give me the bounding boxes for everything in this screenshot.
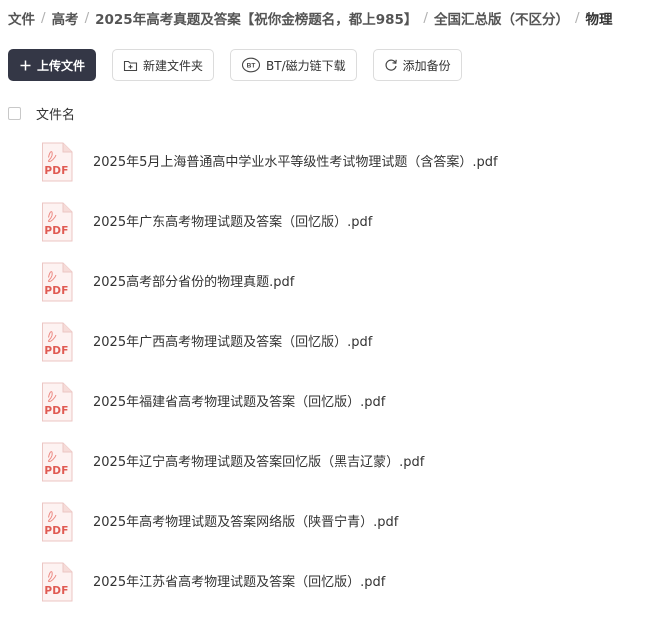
file-name[interactable]: 2025年广西高考物理试题及答案（回忆版）.pdf: [93, 333, 372, 353]
file-list: PDF 2025年5月上海普通高中学业水平等级性考试物理试题（含答案）.pdf …: [40, 142, 498, 622]
file-table-header: 文件名: [8, 104, 75, 123]
svg-text:BT: BT: [247, 63, 256, 70]
new-folder-label: 新建文件夹: [143, 58, 204, 73]
breadcrumb-item-national[interactable]: 全国汇总版（不区分）: [434, 8, 569, 28]
file-name[interactable]: 2025高考部分省份的物理真题.pdf: [93, 273, 294, 293]
upload-button-label: 上传文件: [36, 58, 85, 73]
file-row[interactable]: PDF 2025年高考物理试题及答案网络版（陕晋宁青）.pdf: [40, 502, 498, 562]
file-row[interactable]: PDF 2025年江苏省高考物理试题及答案（回忆版）.pdf: [40, 562, 498, 622]
file-row[interactable]: PDF 2025年5月上海普通高中学业水平等级性考试物理试题（含答案）.pdf: [40, 142, 498, 202]
pdf-label: PDF: [44, 525, 69, 537]
pdf-file-icon: PDF: [40, 442, 73, 482]
file-name[interactable]: 2025年5月上海普通高中学业水平等级性考试物理试题（含答案）.pdf: [93, 153, 498, 173]
file-name[interactable]: 2025年福建省高考物理试题及答案（回忆版）.pdf: [93, 393, 385, 413]
pdf-file-icon: PDF: [40, 262, 73, 302]
breadcrumb-item-gaokao[interactable]: 高考: [52, 8, 79, 28]
plus-icon: [20, 60, 31, 70]
pdf-label: PDF: [44, 465, 69, 477]
pdf-file-icon: PDF: [40, 502, 73, 542]
breadcrumb-item-2025-exams[interactable]: 2025年高考真题及答案【祝你金榜题名，都上985】: [95, 8, 417, 28]
toolbar: 上传文件 新建文件夹 BT BT/磁力链下载 添加备份: [8, 49, 478, 81]
folder-add-icon: [123, 60, 138, 71]
bt-icon: BT: [241, 57, 261, 73]
breadcrumb: 文件 / 高考 / 2025年高考真题及答案【祝你金榜题名，都上985】 / 全…: [8, 8, 613, 28]
pdf-label: PDF: [44, 405, 69, 417]
pdf-file-icon: PDF: [40, 142, 73, 182]
refresh-icon: [385, 59, 397, 71]
file-row[interactable]: PDF 2025年广东高考物理试题及答案（回忆版）.pdf: [40, 202, 498, 262]
bt-download-label: BT/磁力链下载: [266, 58, 346, 73]
file-row[interactable]: PDF 2025年福建省高考物理试题及答案（回忆版）.pdf: [40, 382, 498, 442]
pdf-label: PDF: [44, 165, 69, 177]
pdf-label: PDF: [44, 585, 69, 597]
pdf-label: PDF: [44, 225, 69, 237]
column-header-filename[interactable]: 文件名: [36, 104, 75, 123]
breadcrumb-item-current: 物理: [585, 12, 613, 28]
file-name[interactable]: 2025年高考物理试题及答案网络版（陕晋宁青）.pdf: [93, 513, 398, 533]
file-name[interactable]: 2025年辽宁高考物理试题及答案回忆版（黑吉辽蒙）.pdf: [93, 453, 424, 473]
pdf-label: PDF: [44, 285, 69, 297]
upload-button[interactable]: 上传文件: [8, 49, 96, 81]
pdf-file-icon: PDF: [40, 202, 73, 242]
add-backup-button[interactable]: 添加备份: [372, 49, 462, 81]
file-name[interactable]: 2025年江苏省高考物理试题及答案（回忆版）.pdf: [93, 573, 385, 593]
breadcrumb-item-files[interactable]: 文件: [8, 8, 35, 28]
breadcrumb-separator: /: [84, 10, 90, 26]
pdf-file-icon: PDF: [40, 322, 73, 362]
select-all-checkbox[interactable]: [8, 107, 21, 120]
add-backup-label: 添加备份: [402, 58, 451, 73]
breadcrumb-separator: /: [574, 10, 580, 26]
breadcrumb-separator: /: [423, 10, 428, 26]
pdf-file-icon: PDF: [40, 562, 73, 602]
file-row[interactable]: PDF 2025年广西高考物理试题及答案（回忆版）.pdf: [40, 322, 498, 382]
file-name[interactable]: 2025年广东高考物理试题及答案（回忆版）.pdf: [93, 213, 372, 233]
bt-download-button[interactable]: BT BT/磁力链下载: [230, 49, 357, 81]
file-row[interactable]: PDF 2025年辽宁高考物理试题及答案回忆版（黑吉辽蒙）.pdf: [40, 442, 498, 502]
breadcrumb-separator: /: [41, 10, 46, 26]
file-row[interactable]: PDF 2025高考部分省份的物理真题.pdf: [40, 262, 498, 322]
pdf-file-icon: PDF: [40, 382, 73, 422]
new-folder-button[interactable]: 新建文件夹: [112, 49, 215, 81]
pdf-label: PDF: [44, 345, 69, 357]
